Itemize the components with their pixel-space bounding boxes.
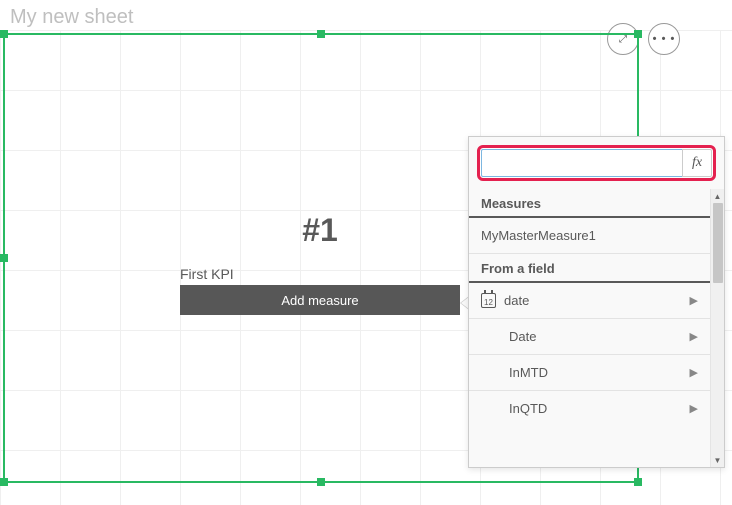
dropdown-scroll: Measures MyMasterMeasure1 From a field 1…	[469, 189, 710, 467]
section-header-field: From a field	[469, 254, 710, 283]
dropdown-scrollbar[interactable]: ▲ ▼	[710, 189, 724, 467]
field-subitem-label: InQTD	[509, 401, 547, 416]
resize-handle-w[interactable]	[0, 254, 8, 262]
kpi-label: First KPI	[180, 266, 234, 282]
resize-handle-sw[interactable]	[0, 478, 8, 486]
resize-handle-nw[interactable]	[0, 30, 8, 38]
resize-handle-se[interactable]	[634, 478, 642, 486]
dropdown-body: Measures MyMasterMeasure1 From a field 1…	[469, 189, 724, 467]
chevron-right-icon: ▶	[690, 402, 698, 415]
measure-item[interactable]: MyMasterMeasure1	[469, 218, 710, 254]
field-subitem-inmtd[interactable]: InMTD ▶	[469, 355, 710, 391]
resize-handle-s[interactable]	[317, 478, 325, 486]
more-options-button[interactable]: • • •	[648, 23, 680, 55]
field-item-date[interactable]: 12 date ▶	[469, 283, 710, 319]
calendar-icon: 12	[481, 293, 496, 308]
resize-handle-n[interactable]	[317, 30, 325, 38]
add-measure-button[interactable]: Add measure	[180, 285, 460, 315]
scroll-up-button[interactable]: ▲	[711, 189, 724, 203]
search-highlight: fx	[477, 145, 716, 181]
add-measure-label: Add measure	[281, 293, 358, 308]
measure-item-label: MyMasterMeasure1	[481, 228, 596, 243]
measure-search-input[interactable]	[481, 149, 682, 177]
field-subitem-label: Date	[509, 329, 536, 344]
scroll-down-button[interactable]: ▼	[711, 453, 724, 467]
field-subitem-inqtd[interactable]: InQTD ▶	[469, 391, 710, 426]
fx-icon: fx	[692, 155, 702, 171]
more-icon: • • •	[653, 33, 676, 45]
section-header-measures: Measures	[469, 189, 710, 218]
field-item-label: date	[504, 293, 529, 308]
scroll-thumb[interactable]	[713, 203, 723, 283]
chevron-right-icon: ▶	[690, 294, 698, 307]
expression-editor-button[interactable]: fx	[682, 149, 712, 177]
field-subitem-label: InMTD	[509, 365, 548, 380]
measure-dropdown: fx Measures MyMasterMeasure1 From a fiel…	[468, 136, 725, 468]
chevron-right-icon: ▶	[690, 330, 698, 343]
resize-handle-ne[interactable]	[634, 30, 642, 38]
field-subitem-date[interactable]: Date ▶	[469, 319, 710, 355]
sheet-title[interactable]: My new sheet	[10, 6, 133, 29]
chevron-right-icon: ▶	[690, 366, 698, 379]
